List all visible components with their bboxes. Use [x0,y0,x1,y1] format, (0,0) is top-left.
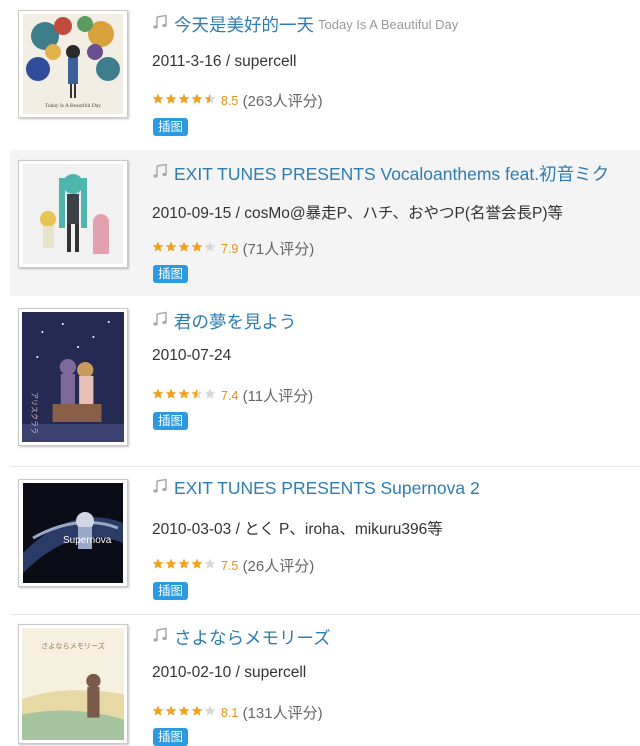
illustration-tag[interactable]: 插图 [153,412,189,430]
vote-count[interactable]: (11人评分) [243,388,314,405]
rating-score: 7.5 [221,558,239,573]
rating-stars-icon [152,704,217,721]
album-cover[interactable]: さよならメモリーズ [18,624,128,744]
list-item: Supernova EXIT TUNES PRESENTS Supernova … [10,466,640,614]
illustration-tag[interactable]: 插图 [153,582,189,600]
star-icon [152,388,164,399]
cover-art-image: Today Is A Beautiful Day [23,14,123,114]
rating-score: 8.1 [221,705,239,720]
vote-count[interactable]: (263人评分) [243,93,323,110]
album-cover[interactable] [18,160,128,268]
rating-stars-icon [152,240,217,257]
star-icon [152,93,164,104]
rating: 7.4 (11人评分) [152,385,313,406]
list-item: EXIT TUNES PRESENTS Vocaloanthems feat.初… [10,150,640,296]
star-icon [152,558,164,569]
star-icon [178,241,190,252]
cover-art-image: さよならメモリーズ [22,628,124,740]
star-icon [191,558,203,569]
star-icon [152,705,164,716]
star-icon [204,388,216,399]
music-note-icon [152,627,168,648]
rating: 7.9 (71人评分) [152,238,314,259]
list-item: さよならメモリーズ さよならメモリーズ 2010-02-10 / superce… [10,614,640,746]
album-meta: 2010-07-24 [152,347,232,364]
list-item: アリスクララ 君の夢を見よう 2010-07-24 7.4 (11人评分) 插图 [10,296,640,466]
star-icon [204,93,216,104]
music-note-icon [152,478,168,499]
album-meta: 2011-3-16 / supercell [152,53,297,70]
star-icon [191,93,203,104]
rating: 8.1 (131人评分) [152,702,323,723]
star-icon [165,388,177,399]
title-line: さよならメモリーズ [152,625,331,650]
star-icon [165,558,177,569]
star-icon [165,93,177,104]
music-note-icon [152,163,168,184]
star-icon [165,705,177,716]
album-title-link[interactable]: さよならメモリーズ [174,628,331,648]
album-cover[interactable]: アリスクララ [18,308,128,446]
star-icon [191,705,203,716]
title-line: EXIT TUNES PRESENTS Supernova 2 [152,478,480,499]
music-note-icon [152,311,168,332]
music-note-icon [152,14,168,35]
title-line: EXIT TUNES PRESENTS Vocaloanthems feat.初… [152,161,609,186]
star-icon [204,558,216,569]
album-meta: 2010-03-03 / とく P、iroha、mikuru396等 [152,521,443,538]
rating-score: 7.4 [221,388,239,403]
svg-text:Today Is A Beautiful Day: Today Is A Beautiful Day [45,102,101,109]
album-title-link[interactable]: EXIT TUNES PRESENTS Vocaloanthems feat.初… [174,164,609,184]
cover-art-image: アリスクララ [22,312,124,442]
album-cover[interactable]: Today Is A Beautiful Day [18,10,128,118]
album-meta: 2010-09-15 / cosMo@暴走P、ハチ、おやつP(名誉会長P)等 [152,205,564,222]
title-line: 君の夢を見よう [152,309,297,334]
album-subtitle: Today Is A Beautiful Day [318,17,459,32]
title-line: 今天是美好的一天 Today Is A Beautiful Day [152,12,458,37]
star-icon [191,388,203,399]
rating-score: 8.5 [221,93,239,108]
star-icon [204,241,216,252]
svg-text:アリスクララ: アリスクララ [30,392,39,434]
cover-art-image [23,164,123,264]
rating: 8.5 (263人评分) [152,90,323,111]
list-item: Today Is A Beautiful Day 今天是美好的一天 Today I… [10,0,640,150]
cover-art-image: Supernova [23,483,123,583]
rating: 7.5 (26人评分) [152,555,314,576]
star-icon [178,388,190,399]
vote-count[interactable]: (131人评分) [243,705,323,722]
star-icon [178,558,190,569]
divider [10,466,640,467]
rating-stars-icon [152,557,217,574]
vote-count[interactable]: (71人评分) [243,241,315,258]
star-icon [178,705,190,716]
album-cover[interactable]: Supernova [18,479,128,587]
album-title-link[interactable]: 今天是美好的一天 [174,15,314,35]
rating-score: 7.9 [221,241,239,256]
star-icon [191,241,203,252]
star-icon [165,241,177,252]
star-icon [178,93,190,104]
album-title-link[interactable]: 君の夢を見よう [174,312,297,332]
illustration-tag[interactable]: 插图 [153,118,189,136]
vote-count[interactable]: (26人评分) [243,558,315,575]
star-icon [204,705,216,716]
album-title-link[interactable]: EXIT TUNES PRESENTS Supernova 2 [174,478,480,498]
divider [10,614,640,615]
album-meta: 2010-02-10 / supercell [152,664,307,681]
rating-stars-icon [152,387,217,404]
svg-text:さよならメモリーズ: さよならメモリーズ [41,641,105,650]
star-icon [152,241,164,252]
illustration-tag[interactable]: 插图 [153,265,189,283]
svg-text:Supernova: Supernova [63,535,112,546]
rating-stars-icon [152,92,217,109]
